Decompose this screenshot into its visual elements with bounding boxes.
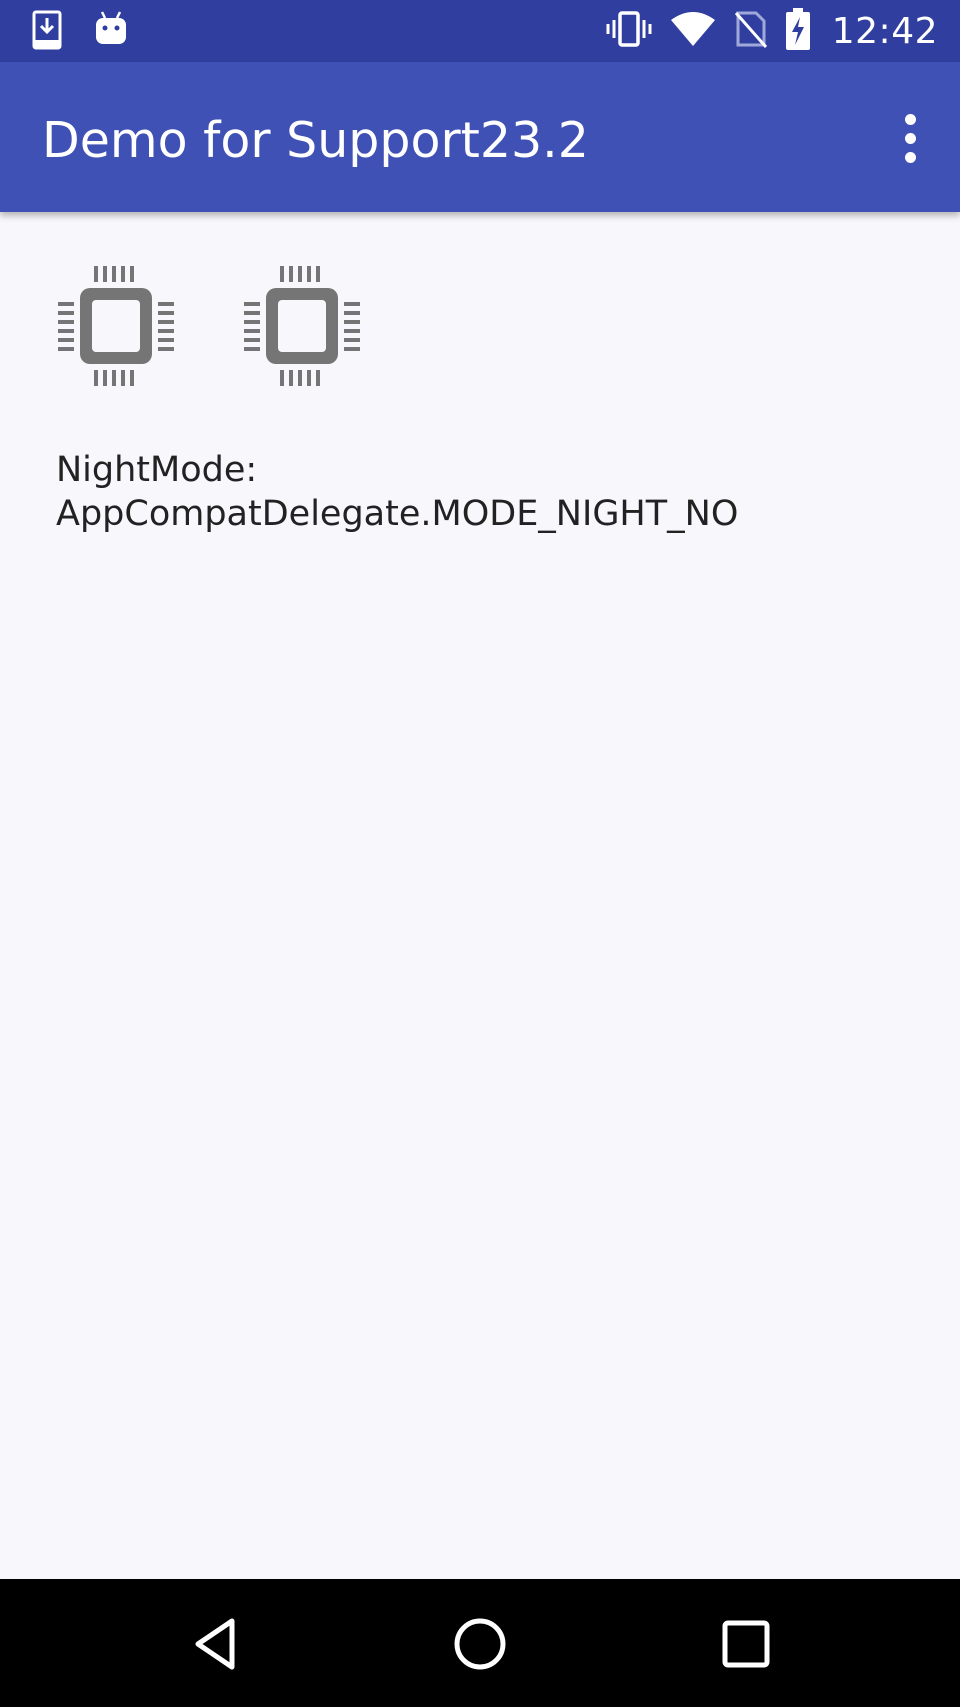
memory-chip-icon	[242, 264, 362, 388]
back-icon[interactable]	[184, 1613, 246, 1675]
battery-charging-icon	[785, 8, 810, 54]
status-right-icons: 12:42	[606, 8, 938, 54]
download-notification-icon	[32, 10, 62, 54]
night-mode-value: AppCompatDelegate.MODE_NIGHT_NO	[56, 494, 739, 534]
overflow-menu-button[interactable]	[888, 110, 932, 166]
status-left-icons	[32, 10, 128, 54]
status-bar: 12:42	[0, 0, 960, 62]
no-sim-icon	[734, 9, 768, 53]
vibrate-icon	[606, 9, 652, 53]
night-mode-label: NightMode:	[56, 450, 258, 490]
app-title: Demo for Support23.2	[42, 112, 589, 169]
night-mode-text: NightMode: AppCompatDelegate.MODE_NIGHT_…	[56, 448, 738, 536]
status-time: 12:42	[831, 10, 938, 52]
memory-chip-icon	[56, 264, 176, 388]
more-vert-icon	[904, 113, 916, 125]
android-debug-icon	[94, 10, 128, 54]
chip-icon-row	[56, 264, 362, 388]
wifi-icon	[670, 10, 716, 52]
navigation-bar	[0, 1579, 960, 1707]
home-icon[interactable]	[449, 1613, 511, 1675]
recents-icon[interactable]	[715, 1613, 777, 1675]
app-bar: Demo for Support23.2	[0, 62, 960, 212]
